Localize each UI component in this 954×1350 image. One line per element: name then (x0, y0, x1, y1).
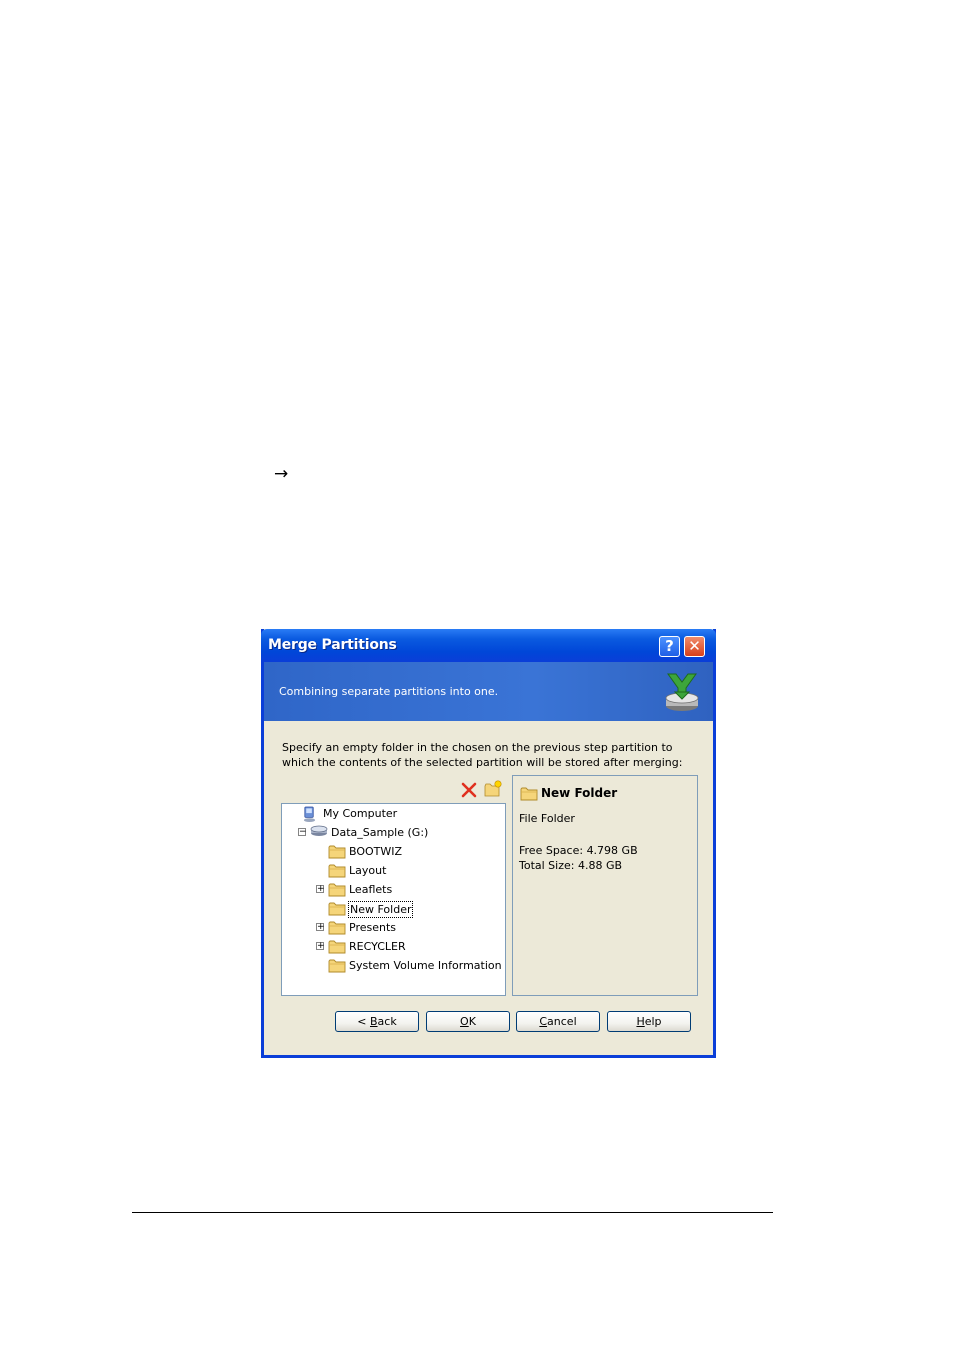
delete-icon[interactable] (460, 781, 478, 799)
help-button-label: elp (644, 1015, 662, 1028)
info-total-size: Total Size: 4.88 GB (519, 859, 623, 872)
info-folder-name: New Folder (541, 786, 618, 800)
ok-button-mnemonic: O (460, 1015, 469, 1028)
new-folder-icon[interactable] (484, 780, 502, 798)
tree-item-label: BOOTWIZ (349, 845, 403, 858)
folder-icon (520, 787, 538, 801)
back-button-prefix: < (357, 1015, 370, 1028)
wizard-header: Combining separate partitions into one. (264, 662, 713, 721)
help-button[interactable]: Help (607, 1011, 691, 1032)
tree-item[interactable]: System Volume Information (282, 957, 504, 975)
footer-rule (132, 1212, 773, 1213)
header-subtitle: Combining separate partitions into one. (279, 685, 499, 698)
tree-item[interactable]: + RECYCLER (282, 938, 504, 956)
back-button-label: ack (377, 1015, 397, 1028)
cancel-button[interactable]: Cancel (516, 1011, 600, 1032)
info-folder-type: File Folder (519, 812, 575, 825)
title-bar[interactable]: Merge Partitions ? ✕ (261, 629, 716, 662)
collapse-icon[interactable]: − (298, 828, 307, 837)
cancel-button-mnemonic: C (539, 1015, 548, 1028)
folder-info-panel: New Folder File Folder Free Space: 4.798… (512, 775, 698, 996)
expand-icon[interactable]: + (316, 942, 325, 951)
tree-item-label: Data_Sample (G:) (331, 826, 429, 839)
tree-item-label: System Volume Information (349, 959, 502, 972)
tree-item[interactable]: − Data_Sample (G:) (282, 824, 504, 842)
ok-button-label: K (468, 1015, 476, 1028)
tree-item[interactable]: Layout (282, 862, 504, 880)
ok-button[interactable]: OK (426, 1011, 510, 1032)
tree-item[interactable]: + Leaflets (282, 881, 504, 899)
folder-tree[interactable]: My Computer − Data_Sample (G:) BOOTWIZ Layou… (281, 803, 506, 996)
help-button-mnemonic: H (636, 1015, 645, 1028)
back-button[interactable]: < Back (335, 1011, 419, 1032)
drive-icon (310, 825, 328, 843)
tree-item[interactable]: New Folder (282, 900, 504, 918)
tree-item-label: RECYCLER (349, 940, 406, 953)
tree-item-label: Layout (349, 864, 387, 877)
merge-icon (665, 673, 699, 711)
dialog-title: Merge Partitions (268, 637, 397, 653)
title-help-button[interactable]: ? (659, 636, 680, 657)
merge-partitions-dialog: Merge Partitions ? ✕ Combining separate … (261, 629, 716, 1058)
folder-icon (328, 958, 346, 979)
title-close-button[interactable]: ✕ (684, 636, 705, 657)
arrow-glyph: → (274, 464, 289, 484)
tree-item[interactable]: + Presents (282, 919, 504, 937)
tree-item-label: Presents (349, 921, 397, 934)
tree-item-label: New Folder (348, 901, 414, 918)
info-free-space: Free Space: 4.798 GB (519, 844, 638, 857)
expand-icon[interactable]: + (316, 885, 325, 894)
cancel-button-label: ancel (547, 1015, 577, 1028)
tree-item-label: My Computer (323, 807, 398, 820)
tree-item[interactable]: BOOTWIZ (282, 843, 504, 861)
tree-item-label: Leaflets (349, 883, 393, 896)
back-button-mnemonic: B (370, 1015, 378, 1028)
instruction-text: Specify an empty folder in the chosen on… (282, 741, 683, 769)
tree-item[interactable]: My Computer (282, 805, 504, 823)
expand-icon[interactable]: + (316, 923, 325, 932)
